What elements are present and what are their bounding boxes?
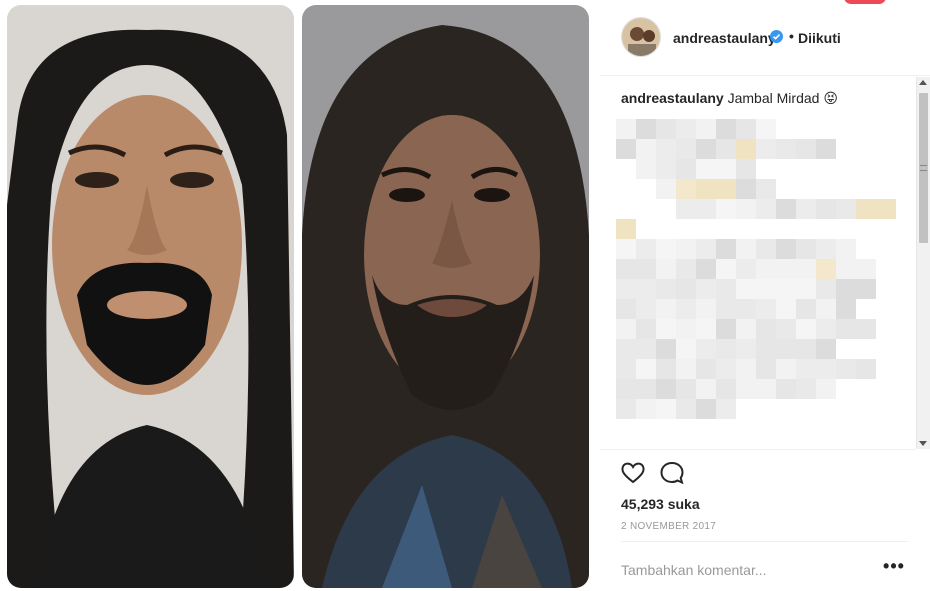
divider bbox=[621, 541, 908, 542]
caption-username[interactable]: andreastaulany bbox=[621, 90, 724, 106]
comments-area[interactable]: andreastaulany Jambal Mirdad 😝 bbox=[600, 77, 930, 449]
comments-scrollbar[interactable] bbox=[916, 77, 930, 449]
scroll-up-icon[interactable] bbox=[919, 80, 927, 85]
avatar-image bbox=[622, 18, 660, 56]
photo-left-image bbox=[7, 5, 294, 588]
caption: andreastaulany Jambal Mirdad 😝 bbox=[621, 90, 838, 107]
photo-right bbox=[302, 5, 589, 588]
post-header: andreastaulany • Diikuti bbox=[600, 0, 930, 76]
pixelated-comments bbox=[616, 119, 896, 419]
separator-dot: • bbox=[789, 28, 794, 44]
scroll-down-icon[interactable] bbox=[919, 441, 927, 446]
caption-text: Jambal Mirdad 😝 bbox=[727, 90, 838, 106]
photo-left bbox=[7, 5, 294, 588]
post-media[interactable] bbox=[0, 0, 600, 591]
heart-outline-icon[interactable] bbox=[620, 460, 646, 486]
photo-right-image bbox=[302, 5, 589, 588]
more-options-button[interactable]: ••• bbox=[882, 557, 906, 580]
pixelated-block bbox=[616, 119, 896, 419]
post-date[interactable]: 2 NOVEMBER 2017 bbox=[621, 521, 716, 532]
scroll-thumb[interactable] bbox=[919, 93, 928, 243]
divider bbox=[600, 449, 916, 450]
username-link[interactable]: andreastaulany bbox=[673, 30, 776, 46]
post-sidebar: andreastaulany • Diikuti andreastaulany … bbox=[600, 0, 930, 591]
comment-input[interactable] bbox=[621, 560, 851, 580]
scroll-grip-icon bbox=[920, 165, 927, 171]
verified-badge-icon bbox=[770, 30, 783, 43]
avatar[interactable] bbox=[621, 17, 661, 57]
speech-bubble-icon[interactable] bbox=[659, 460, 685, 486]
follow-status-button[interactable]: Diikuti bbox=[798, 30, 841, 46]
likes-count[interactable]: 45,293 suka bbox=[621, 496, 700, 512]
